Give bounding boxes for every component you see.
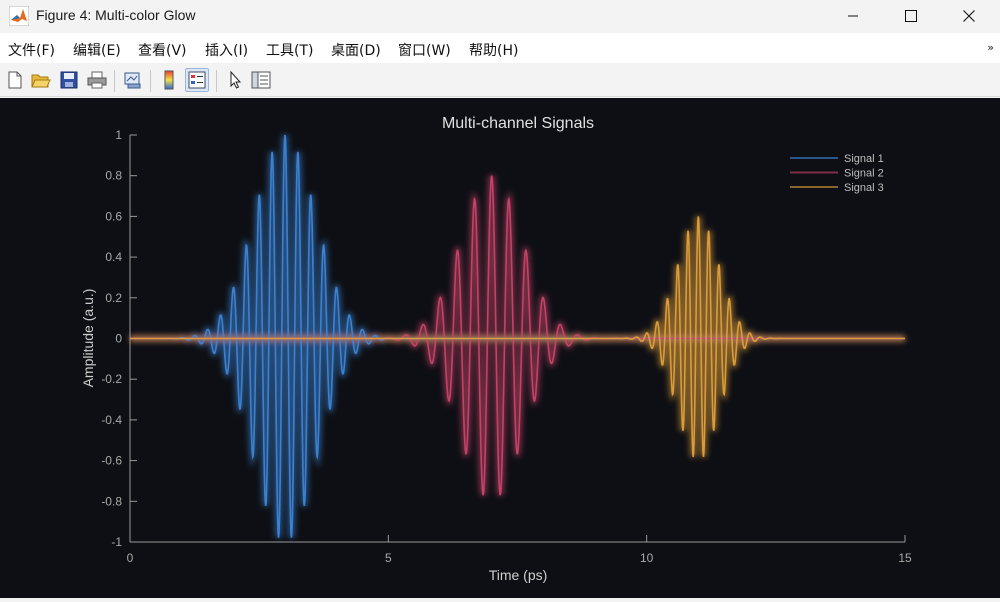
x-tick-label: 10 [640,551,654,565]
signal-glows [130,134,905,538]
open-file-button[interactable] [29,68,53,92]
window-title: Figure 4: Multi-color Glow [36,7,196,23]
y-tick-label: -0.2 [101,372,122,386]
y-tick-label: 0 [115,332,122,346]
menu-bar: 文件(F) 编辑(E) 查看(V) 插入(I) 工具(T) 桌面(D) 窗口(W… [0,33,1000,63]
y-tick-label: -0.8 [101,494,122,508]
legend-entry: Signal 2 [844,168,884,180]
menu-window[interactable]: 窗口(W) [398,40,451,60]
figure-canvas[interactable]: Multi-channel Signals 0 5 10 15 1 0.8 0.6 0.4 0.… [0,98,1000,598]
property-inspector-button[interactable] [249,68,273,92]
toolbar [0,64,1000,97]
legend[interactable]: Signal 1 Signal 2 Signal 3 [790,153,884,194]
menu-insert[interactable]: 插入(I) [205,40,248,60]
print-icon [87,71,107,89]
signal-2-line[interactable] [130,175,905,496]
menu-view[interactable]: 查看(V) [138,40,187,60]
menu-help[interactable]: 帮助(H) [469,40,518,60]
x-tick-label: 15 [898,551,912,565]
toolbar-separator [216,70,217,92]
minimize-button[interactable] [830,0,876,32]
title-bar: Figure 4: Multi-color Glow [0,0,1000,32]
menu-file[interactable]: 文件(F) [8,40,55,60]
insert-colorbar-button[interactable] [157,68,181,92]
x-axis-label: Time (ps) [489,567,548,583]
y-tick-label: 1 [115,128,122,142]
property-inspector-icon [251,71,271,89]
insert-colorbar-icon [164,70,174,90]
y-tick-label: -1 [111,535,122,549]
link-plot-icon [124,72,141,89]
open-file-icon [31,74,51,88]
edit-plot-arrow-icon [230,71,242,89]
y-axis-label: Amplitude (a.u.) [80,289,96,388]
toolbar-separator [114,70,115,92]
y-tick-label: 0.6 [105,209,122,223]
close-icon [963,10,975,22]
x-tick-label: 0 [127,551,134,565]
chart-title: Multi-channel Signals [442,115,594,132]
legend-entry: Signal 3 [844,182,884,194]
chevron-double-right-icon[interactable]: » [987,41,994,54]
y-tick-label: 0.2 [105,291,122,305]
y-tick-label: 0.4 [105,250,122,264]
x-tick-label: 5 [385,551,392,565]
print-button[interactable] [85,68,109,92]
menu-desktop[interactable]: 桌面(D) [331,40,381,60]
link-plot-button[interactable] [121,68,145,92]
menu-tools[interactable]: 工具(T) [266,40,313,60]
save-button[interactable] [57,68,81,92]
menu-edit[interactable]: 编辑(E) [73,40,121,60]
edit-plot-button[interactable] [223,68,247,92]
y-tick-label: 0.8 [105,169,122,183]
maximize-icon [905,10,917,22]
save-icon [60,71,78,89]
new-figure-icon [8,71,22,89]
close-button[interactable] [946,0,992,32]
legend-entry: Signal 1 [844,153,884,165]
matlab-logo-icon [9,6,29,26]
insert-legend-icon [188,71,206,89]
insert-legend-button[interactable] [185,68,209,92]
y-tick-label: -0.4 [101,413,122,427]
minimize-icon [848,15,858,17]
y-tick-label: -0.6 [101,454,122,468]
plot-svg[interactable]: Multi-channel Signals 0 5 10 15 1 0.8 0.6 0.4 0.… [0,98,1000,598]
toolbar-separator [150,70,151,92]
new-figure-button[interactable] [3,68,27,92]
maximize-button[interactable] [888,0,934,32]
